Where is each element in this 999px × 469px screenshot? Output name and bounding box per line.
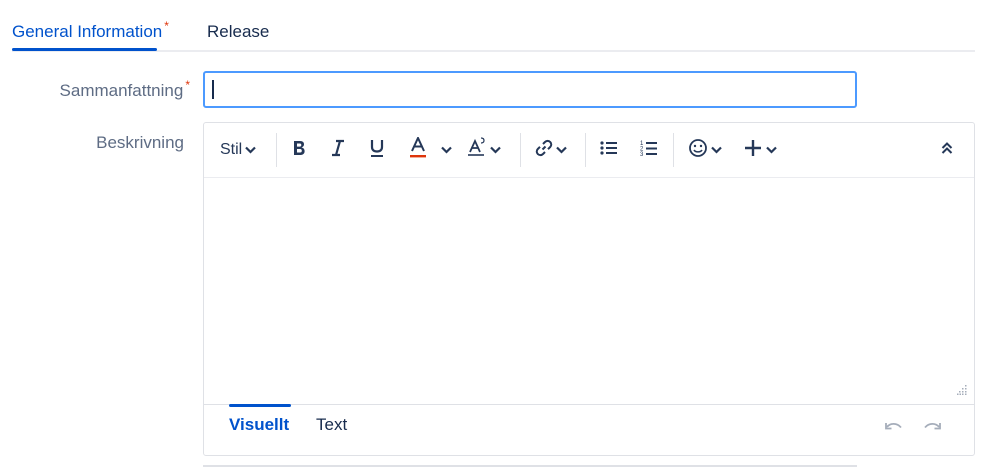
- description-label: Beskrivning: [96, 133, 184, 152]
- collapse-icon: [941, 141, 953, 160]
- description-editor: Stil 123 Visuellt Text: [203, 122, 975, 456]
- required-asterisk: *: [164, 19, 169, 33]
- redo-button[interactable]: [922, 421, 942, 440]
- italic-button[interactable]: [330, 137, 346, 163]
- toolbar-divider: [276, 133, 277, 167]
- numbered-list-button[interactable]: 123: [640, 137, 658, 163]
- text-color-button[interactable]: [409, 135, 427, 164]
- collapse-toolbar-button[interactable]: [941, 137, 953, 163]
- bullet-list-button[interactable]: [600, 137, 618, 163]
- style-dropdown[interactable]: Stil: [220, 137, 257, 163]
- bold-button[interactable]: [291, 137, 307, 163]
- chevron-down-icon: [245, 141, 257, 159]
- chevron-down-icon: [441, 141, 452, 159]
- tab-general-information[interactable]: General Information *: [12, 19, 169, 51]
- tab-release[interactable]: Release: [207, 22, 269, 42]
- underline-icon: [369, 138, 385, 163]
- undo-button[interactable]: [884, 421, 904, 440]
- tab-visual[interactable]: Visuellt: [229, 404, 292, 435]
- emoji-button[interactable]: [688, 137, 722, 163]
- insert-button[interactable]: [743, 137, 777, 163]
- bold-icon: [291, 139, 307, 162]
- next-field-border: [203, 465, 857, 467]
- toolbar-divider: [585, 133, 586, 167]
- toolbar-divider: [520, 133, 521, 167]
- more-formatting-button[interactable]: [467, 136, 501, 164]
- undo-icon: [884, 422, 904, 439]
- tab-text[interactable]: Text: [316, 415, 347, 435]
- chevron-down-icon: [490, 141, 501, 159]
- clear-format-icon: [467, 136, 487, 164]
- redo-icon: [922, 422, 942, 439]
- text-color-dropdown[interactable]: [441, 137, 452, 163]
- tab-release-label: Release: [207, 22, 270, 41]
- link-icon: [535, 139, 553, 162]
- chevron-down-icon: [766, 141, 777, 159]
- editor-toolbar: Stil 123: [204, 123, 974, 178]
- link-button[interactable]: [535, 137, 567, 163]
- tab-bar: General Information * Release: [12, 18, 975, 52]
- resize-handle-icon[interactable]: [957, 382, 967, 400]
- insert-icon: [743, 138, 763, 163]
- underline-button[interactable]: [369, 137, 385, 163]
- tab-general-information-label: General Information: [12, 22, 163, 41]
- tab-text-label: Text: [316, 415, 348, 434]
- summary-input[interactable]: [203, 71, 857, 108]
- svg-text:3: 3: [640, 152, 644, 157]
- editor-content-area[interactable]: [204, 178, 974, 404]
- editor-footer: Visuellt Text: [204, 404, 974, 457]
- active-tab-indicator: [229, 404, 292, 407]
- active-tab-indicator: [12, 48, 157, 51]
- required-asterisk: *: [185, 78, 190, 92]
- summary-label: Sammanfattning *: [59, 78, 190, 101]
- toolbar-divider: [673, 133, 674, 167]
- emoji-icon: [688, 138, 708, 163]
- text-color-icon: [409, 135, 427, 164]
- chevron-down-icon: [711, 141, 722, 159]
- bullet-list-icon: [600, 140, 618, 161]
- tab-visual-label: Visuellt: [229, 415, 290, 434]
- text-cursor: [212, 80, 214, 99]
- italic-icon: [330, 139, 346, 162]
- chevron-down-icon: [556, 141, 567, 159]
- style-dropdown-label: Stil: [220, 141, 243, 158]
- summary-label-text: Sammanfattning: [59, 81, 184, 100]
- numbered-list-icon: 123: [640, 139, 658, 162]
